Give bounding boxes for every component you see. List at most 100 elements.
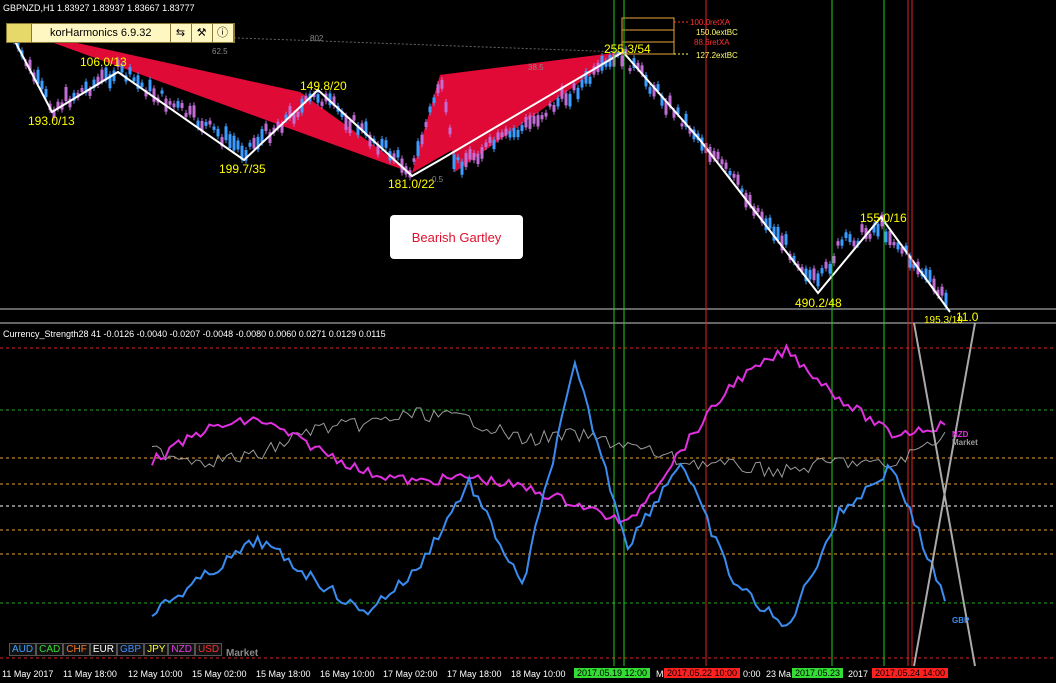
point-label-p1: 193.0/13 [28, 114, 75, 128]
candle-body [420, 134, 424, 145]
candle-body [824, 261, 828, 269]
candle-body [80, 87, 84, 93]
candle-body [812, 268, 816, 281]
candle-body [40, 80, 44, 90]
candle-body [928, 270, 932, 283]
pattern-name-label[interactable]: Bearish Gartley [390, 215, 523, 259]
candle-body [128, 67, 132, 75]
candle-body [888, 230, 892, 245]
candle-body [320, 101, 324, 106]
candle-body [816, 273, 820, 287]
candle-body [820, 268, 824, 274]
candle-body [448, 127, 452, 135]
currency-button-gbp[interactable]: GBP [116, 643, 145, 656]
time-fragment: 23 Ma [766, 669, 792, 679]
candle-body [500, 132, 504, 138]
candle-body [572, 83, 576, 91]
candle-body [580, 79, 584, 88]
candle-body [176, 101, 180, 108]
candle-body [512, 128, 516, 138]
time-fragment: 2017 [848, 669, 869, 679]
time-label: 16 May 10:00 [320, 669, 375, 679]
candle-body [192, 105, 196, 118]
fib-label-1272-extbc: 127.2extBC [696, 51, 738, 60]
candle-body [576, 87, 580, 100]
currency-button-nzd[interactable]: NZD [168, 643, 195, 656]
candle-body [544, 112, 548, 117]
candle-body [484, 142, 488, 147]
candle-body [680, 123, 684, 127]
candle-body [456, 157, 460, 161]
time-highlight-green: 2017.05.23 [792, 668, 844, 678]
candle-body [236, 140, 240, 150]
fib-label-150-extbc: 150.0extBC [696, 28, 738, 37]
candle-body [756, 208, 760, 212]
korharmonics-toolbar[interactable]: korHarmonics 6.9.32 ⇆ ⚒ ⓘ [6, 23, 235, 43]
toolbar-grip[interactable] [7, 24, 32, 42]
candle-body [204, 121, 208, 126]
time-axis: 11 May 2017 11 May 18:00 12 May 10:00 15… [0, 666, 1056, 683]
candle-body [384, 140, 388, 148]
candle-body [184, 112, 188, 117]
market-label: Market [226, 648, 259, 659]
time-highlight-red: 2017.05.22 10:00 [664, 668, 741, 678]
indicator-level-lines [0, 347, 1056, 659]
candle-body [732, 173, 736, 178]
point-label-p7: 490.2/48 [795, 296, 842, 310]
currency-button-eur[interactable]: EUR [89, 643, 117, 656]
candle-body [852, 240, 856, 247]
candle-body [440, 79, 444, 89]
currency-button-jpy[interactable]: JPY [144, 643, 169, 656]
candle-body [520, 125, 524, 132]
time-highlight-green: 2017.05.19 12:00 [574, 668, 651, 678]
candle-body [188, 105, 192, 115]
indicator-header: Currency_Strength28 41 -0.0126 -0.0040 -… [3, 329, 386, 339]
candle-body [260, 129, 264, 143]
candle-body [552, 104, 556, 112]
candle-body [836, 241, 840, 246]
toolbar-title: korHarmonics 6.9.32 [32, 24, 171, 42]
ratio-label-625: 62.5 [212, 47, 228, 56]
candle-body [444, 101, 448, 113]
point-label-p4: 149.8/20 [300, 79, 347, 93]
candle-body [736, 174, 740, 185]
candle-body [716, 151, 720, 160]
time-label: 15 May 18:00 [256, 669, 311, 679]
candle-body [424, 122, 428, 127]
candle-body [148, 79, 152, 92]
candle-body [532, 115, 536, 124]
fib-label-886-retxa: 88.6retXA [694, 38, 730, 47]
point-label-p10: 11.0 [956, 310, 979, 324]
point-label-p6: 255.3/54 [604, 42, 651, 56]
candle-body [248, 142, 252, 147]
currency-button-cad[interactable]: CAD [36, 643, 64, 656]
currency-button-chf[interactable]: CHF [63, 643, 90, 656]
candle-body [468, 149, 472, 160]
currency-button-aud[interactable]: AUD [9, 643, 37, 656]
currency-button-usd[interactable]: USD [194, 643, 223, 656]
candle-body [212, 126, 216, 130]
candle-body [540, 115, 544, 120]
candle-body [844, 232, 848, 238]
gartley-pattern [17, 29, 623, 173]
candle-body [472, 152, 476, 161]
time-label: 18 May 10:00 [511, 669, 566, 679]
chart-canvas[interactable] [0, 0, 1056, 683]
candle-body [44, 88, 48, 98]
market-end-label: Market [952, 438, 978, 447]
candle-body [460, 161, 464, 175]
candle-body [516, 129, 520, 138]
time-label: 15 May 02:00 [192, 669, 247, 679]
time-label: 17 May 02:00 [383, 669, 438, 679]
time-fragment: 0:00 [743, 669, 761, 679]
scroll-button[interactable]: ⇆ [170, 24, 192, 42]
candle-body [892, 241, 896, 246]
candle-body [876, 223, 880, 237]
info-button[interactable]: ⓘ [212, 24, 234, 42]
market-strength-line [151, 407, 946, 479]
time-label: 17 May 18:00 [447, 669, 502, 679]
candle-body [428, 106, 432, 113]
tools-button[interactable]: ⚒ [191, 24, 213, 42]
ratio-label-802: 802 [310, 34, 324, 43]
currency-selector[interactable]: AUD CAD CHF EUR GBP JPY NZD USD [9, 643, 223, 656]
